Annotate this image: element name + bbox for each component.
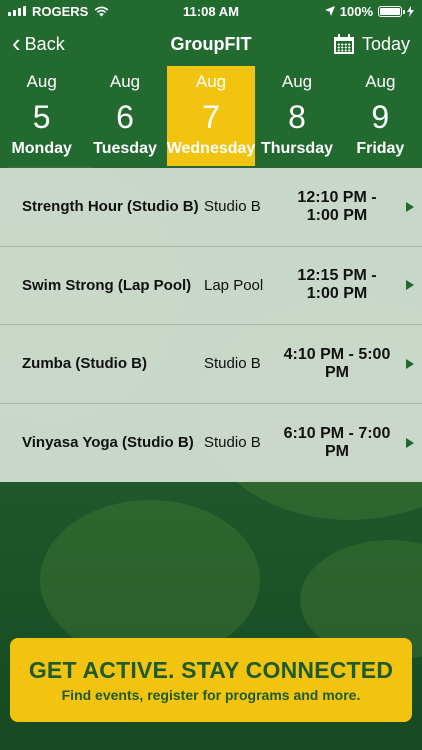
list-item[interactable]: Swim Strong (Lap Pool) Lap Pool 12:15 PM… bbox=[0, 247, 422, 325]
calendar-icon bbox=[333, 34, 354, 54]
chevron-left-icon: ‹ bbox=[12, 28, 21, 58]
date-month: Aug bbox=[281, 72, 313, 91]
class-time: 6:10 PM - 7:00 PM bbox=[283, 424, 391, 460]
location-arrow-icon bbox=[324, 6, 335, 16]
class-list: Strength Hour (Studio B) Studio B 12:10 … bbox=[0, 168, 422, 482]
class-location: Studio B bbox=[204, 198, 261, 216]
charging-bolt-icon bbox=[407, 5, 414, 17]
list-item[interactable]: Zumba (Studio B) Studio B 4:10 PM - 5:00… bbox=[0, 325, 422, 404]
status-time: 11:08 AM bbox=[183, 3, 239, 19]
disclosure-arrow-icon bbox=[406, 358, 414, 369]
list-item[interactable]: Strength Hour (Studio B) Studio B 12:10 … bbox=[0, 168, 422, 247]
disclosure-arrow-icon bbox=[406, 437, 414, 448]
class-time: 12:10 PM - 1:00 PM bbox=[297, 188, 377, 224]
promo-banner[interactable]: GET ACTIVE. STAY CONNECTED Find events, … bbox=[10, 638, 412, 722]
class-name: Strength Hour (Studio B) bbox=[22, 198, 199, 216]
carrier-label: ROGERS bbox=[32, 3, 89, 19]
banner-title: GET ACTIVE. STAY CONNECTED bbox=[28, 657, 394, 683]
class-time: 4:10 PM - 5:00 PM bbox=[283, 345, 391, 381]
date-selector: Aug 5 Monday Aug 6 Tuesday Aug 7 Wednesd… bbox=[0, 66, 422, 166]
date-weekday: Tuesday bbox=[93, 140, 157, 157]
date-day-number: 5 bbox=[32, 99, 51, 135]
date-weekday: Monday bbox=[11, 140, 72, 157]
date-day-number: 9 bbox=[371, 99, 390, 135]
class-location: Lap Pool bbox=[204, 276, 264, 294]
list-item[interactable]: Vinyasa Yoga (Studio B) Studio B 6:10 PM… bbox=[0, 404, 422, 483]
date-aug-9[interactable]: Aug 9 Friday bbox=[339, 66, 422, 166]
date-month: Aug bbox=[365, 72, 396, 91]
date-day-number: 6 bbox=[116, 99, 134, 135]
class-name: Vinyasa Yoga (Studio B) bbox=[22, 434, 194, 452]
date-aug-8[interactable]: Aug 8 Thursday bbox=[255, 66, 338, 166]
battery-icon bbox=[378, 5, 405, 17]
date-weekday: Thursday bbox=[260, 140, 333, 157]
wifi-icon bbox=[94, 6, 109, 16]
date-aug-6[interactable]: Aug 6 Tuesday bbox=[83, 66, 166, 166]
class-name: Swim Strong (Lap Pool) bbox=[22, 276, 192, 294]
date-weekday: Wednesday bbox=[166, 140, 256, 157]
class-location: Studio B bbox=[204, 434, 261, 452]
status-left: ROGERS bbox=[8, 4, 158, 19]
class-location: Studio B bbox=[204, 355, 261, 373]
date-day-number: 7 bbox=[202, 99, 220, 135]
battery-percent: 100% bbox=[339, 3, 373, 19]
date-weekday: Friday bbox=[356, 140, 405, 157]
date-month: Aug bbox=[26, 72, 57, 91]
background-decoration bbox=[40, 500, 260, 660]
date-aug-5[interactable]: Aug 5 Monday bbox=[0, 66, 83, 166]
status-right: 100% bbox=[264, 4, 414, 19]
class-name: Zumba (Studio B) bbox=[22, 355, 147, 373]
back-label: Back bbox=[24, 33, 65, 54]
today-button[interactable]: Today bbox=[282, 34, 422, 55]
date-month: Aug bbox=[195, 72, 227, 91]
disclosure-arrow-icon bbox=[406, 280, 414, 291]
page-title: GroupFIT bbox=[170, 33, 252, 54]
disclosure-arrow-icon bbox=[406, 201, 414, 212]
status-bar: ROGERS 11:08 AM 100% bbox=[0, 0, 422, 22]
today-label: Today bbox=[361, 33, 410, 54]
navigation-bar: ‹ Back GroupFIT Today bbox=[0, 22, 422, 66]
date-month: Aug bbox=[109, 72, 141, 91]
date-day-number: 8 bbox=[288, 99, 306, 135]
signal-icon bbox=[8, 6, 26, 16]
class-time: 12:15 PM - 1:00 PM bbox=[297, 267, 377, 303]
back-button[interactable]: ‹ Back bbox=[0, 28, 140, 58]
banner-subtitle: Find events, register for programs and m… bbox=[61, 687, 361, 703]
date-aug-7-selected[interactable]: Aug 7 Wednesday bbox=[166, 66, 256, 166]
